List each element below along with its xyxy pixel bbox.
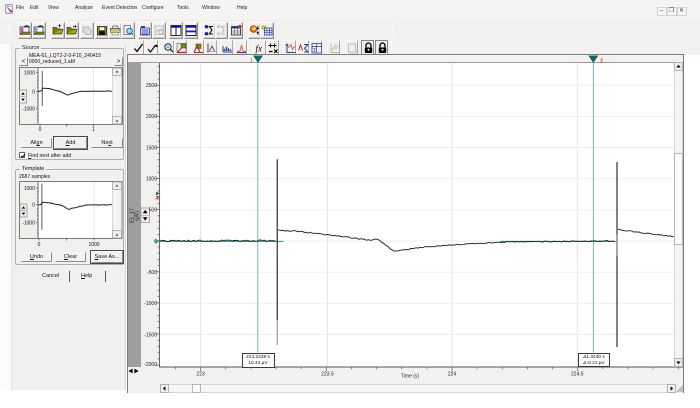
- svg-text:0: 0: [39, 127, 42, 133]
- svg-text:0: 0: [38, 242, 41, 248]
- svg-text:0: 0: [32, 203, 35, 209]
- svg-text:0: 0: [32, 89, 35, 95]
- svg-text:1000: 1000: [24, 186, 35, 192]
- svg-text:Σ: Σ: [334, 43, 337, 48]
- svg-text:1: 1: [92, 127, 95, 133]
- svg-text:-1000: -1000: [22, 221, 35, 227]
- svg-text:fx: fx: [256, 44, 263, 54]
- svg-text:1000: 1000: [88, 242, 99, 248]
- svg-text:-1000: -1000: [22, 107, 35, 113]
- svg-text:1000: 1000: [24, 71, 35, 77]
